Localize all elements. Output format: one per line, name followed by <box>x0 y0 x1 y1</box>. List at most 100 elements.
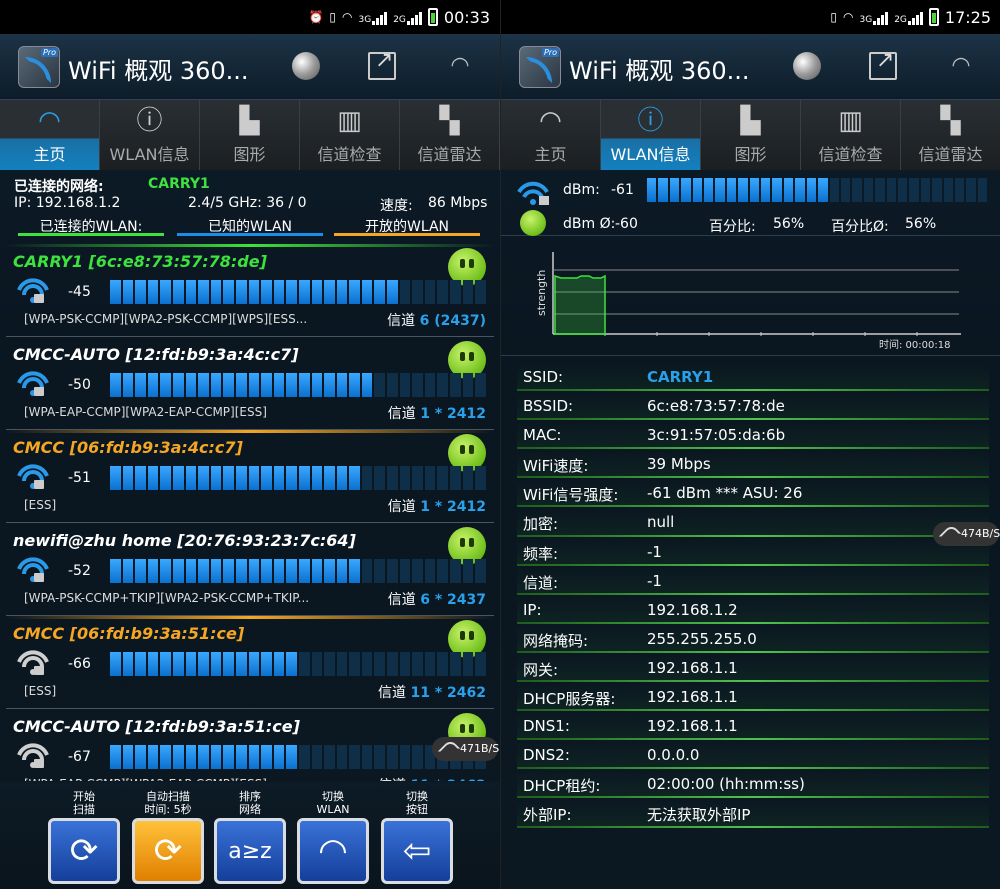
signal-segment <box>424 559 436 583</box>
start-scan-button[interactable]: ⟳ <box>48 818 120 884</box>
tab-channel-radar[interactable]: ▚ 信道雷达 <box>400 100 500 170</box>
signal-segment <box>387 373 398 397</box>
channel-info: 信道 6 (2437) <box>387 313 486 329</box>
wifi-eye-icon[interactable]: ◠ <box>947 52 975 80</box>
signal-segment <box>749 178 760 202</box>
wifi-eye-icon[interactable]: ◠ <box>446 52 474 80</box>
signal-segment <box>235 466 247 490</box>
detail-row: WiFi信号强度: -61 dBm *** ASU: 26 <box>517 478 989 508</box>
connected-ssid: CARRY1 <box>148 176 210 192</box>
signal-segment <box>450 559 461 583</box>
share-icon[interactable] <box>869 48 897 80</box>
legend-known: 已知的WLAN <box>177 216 323 236</box>
detail-value: -61 dBm *** ASU: 26 <box>647 484 803 503</box>
signal-segment <box>273 745 285 769</box>
signal-segment <box>298 466 310 490</box>
signal-segment <box>122 559 134 583</box>
signal-segment <box>298 373 310 397</box>
signal-segment <box>424 373 436 397</box>
signal-segment <box>286 373 297 397</box>
detail-key: 信道: <box>523 573 559 592</box>
signal-segment <box>374 466 386 490</box>
signal-segment <box>160 559 171 583</box>
signal-segment <box>273 559 285 583</box>
auto-scan-button[interactable]: ⟳ <box>132 818 204 884</box>
app-title: WiFi 概观 360... <box>68 57 249 85</box>
tab-channel-radar[interactable]: ▚ 信道雷达 <box>901 100 1000 170</box>
signal-segment <box>147 373 159 397</box>
network-item[interactable]: CARRY1 [6c:e8:73:57:78:de] -45 [WPA-PSK-CC… <box>6 244 494 337</box>
signal-segment <box>185 559 197 583</box>
signal-3g-icon: 3G <box>859 9 889 25</box>
signal-segment <box>122 745 134 769</box>
network-highlight <box>6 337 494 340</box>
bars-icon: ▥ <box>838 106 863 136</box>
globe-icon[interactable] <box>793 52 821 80</box>
signal-segment <box>761 178 771 202</box>
signal-segment <box>324 559 335 583</box>
toggle-buttons-button[interactable]: ⇦ <box>381 818 453 884</box>
signal-2g-icon: 2G <box>894 9 923 25</box>
signal-segment <box>475 373 486 397</box>
signal-segment <box>248 280 260 304</box>
tab-home[interactable]: ◠ 主页 <box>0 100 100 170</box>
sort-networks-button[interactable]: a≥z <box>214 818 286 884</box>
signal-segment <box>361 280 373 304</box>
tab-channel-check[interactable]: ▥ 信道检查 <box>300 100 400 170</box>
signal-3g-icon: 3G <box>358 9 388 25</box>
percent-value: 56% <box>773 216 805 232</box>
network-item[interactable]: CMCC-AUTO [12:fd:b9:3a:51:ce] -67 [WPA-EAP… <box>6 709 494 781</box>
network-list[interactable]: CARRY1 [6c:e8:73:57:78:de] -45 [WPA-PSK-CC… <box>6 244 494 781</box>
signal-segment <box>160 373 171 397</box>
signal-segment <box>852 178 862 202</box>
signal-segment <box>110 373 121 397</box>
app-title: WiFi 概观 360... <box>569 57 750 85</box>
network-item[interactable]: CMCC [06:fd:b9:3a:51:ce] -66 [ESS] 信道 11 * … <box>6 616 494 709</box>
signal-segment <box>437 466 449 490</box>
share-icon[interactable] <box>368 48 396 80</box>
detail-key: 加密: <box>523 515 559 534</box>
signal-area <box>554 274 606 335</box>
signal-segment <box>160 745 171 769</box>
tab-home[interactable]: ◠ 主页 <box>501 100 601 170</box>
signal-segment <box>261 373 272 397</box>
tab-wlan-info[interactable]: ⓘ WLAN信息 <box>601 100 701 170</box>
signal-segment <box>248 652 260 676</box>
wifi-status-icon: ◠ <box>843 10 854 24</box>
detail-value: 39 Mbps <box>647 455 711 474</box>
toggle-wlan-button[interactable]: ◠ <box>297 818 369 884</box>
signal-segment <box>818 178 828 202</box>
tab-channel-check[interactable]: ▥ 信道检查 <box>801 100 901 170</box>
signal-segment <box>261 745 272 769</box>
signal-segment <box>387 559 398 583</box>
signal-segment <box>738 178 748 202</box>
security-info: [WPA-PSK-CCMP][WPA2-PSK-CCMP][WPS][ESS..… <box>24 312 308 326</box>
signal-segment <box>273 373 285 397</box>
tab-graph[interactable]: ▙ 图形 <box>701 100 801 170</box>
signal-segment <box>977 178 988 202</box>
signal-segment <box>223 466 234 490</box>
signal-segment <box>829 178 839 202</box>
detail-value: null <box>647 513 675 532</box>
toggle-wlan-label: 切换 WLAN <box>316 790 350 816</box>
network-item[interactable]: newifi@zhu home [20:76:93:23:7c:64] -52 [W… <box>6 523 494 616</box>
signal-segment <box>210 373 222 397</box>
signal-segment <box>462 652 474 676</box>
signal-segment <box>235 745 247 769</box>
globe-icon[interactable] <box>292 52 320 80</box>
signal-segment <box>210 652 222 676</box>
network-item[interactable]: CMCC [06:fd:b9:3a:4c:c7] -51 [ESS] 信道 1 * 2… <box>6 430 494 523</box>
signal-segment <box>286 559 297 583</box>
detail-row: BSSID: 6c:e8:73:57:78:de <box>517 391 989 421</box>
signal-segment <box>223 652 234 676</box>
signal-segment <box>324 652 335 676</box>
signal-segment <box>349 280 360 304</box>
wifi-lock-icon <box>17 278 49 303</box>
tab-wlan-info[interactable]: ⓘ WLAN信息 <box>100 100 200 170</box>
signal-bar <box>110 745 486 769</box>
signal-segment <box>387 745 398 769</box>
network-item[interactable]: CMCC-AUTO [12:fd:b9:3a:4c:c7] -50 [WPA-EAP… <box>6 337 494 430</box>
status-time: 00:33 <box>443 7 490 27</box>
tab-graph[interactable]: ▙ 图形 <box>200 100 300 170</box>
main-screen: ⏰ ▯ ◠ 3G 2G 00:33 Pro WiFi 概观 360... ◠ ◠… <box>0 0 500 889</box>
